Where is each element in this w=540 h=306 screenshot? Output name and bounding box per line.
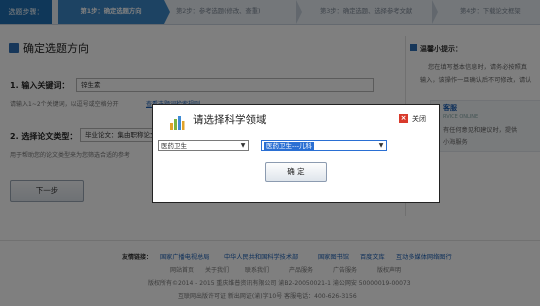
dialog-title: 请选择科学领域 <box>193 114 267 126</box>
field-select-value: 医药卫生 <box>161 142 187 150</box>
bar-chart-icon <box>170 116 185 130</box>
science-field-dialog: 请选择科学领域 × 关闭 医药卫生 ▼ 医药卫生---儿科 ▼ 确 定 <box>152 104 440 203</box>
chevron-down-icon: ▼ <box>240 142 246 149</box>
confirm-button[interactable]: 确 定 <box>265 162 327 182</box>
subfield-select-value: 医药卫生---儿科 <box>264 142 315 151</box>
field-select[interactable]: 医药卫生 ▼ <box>158 140 249 151</box>
close-button[interactable]: 关闭 <box>412 114 426 124</box>
subfield-select[interactable]: 医药卫生---儿科 ▼ <box>261 140 387 151</box>
chevron-down-icon: ▼ <box>378 142 384 149</box>
close-icon[interactable]: × <box>399 114 408 123</box>
